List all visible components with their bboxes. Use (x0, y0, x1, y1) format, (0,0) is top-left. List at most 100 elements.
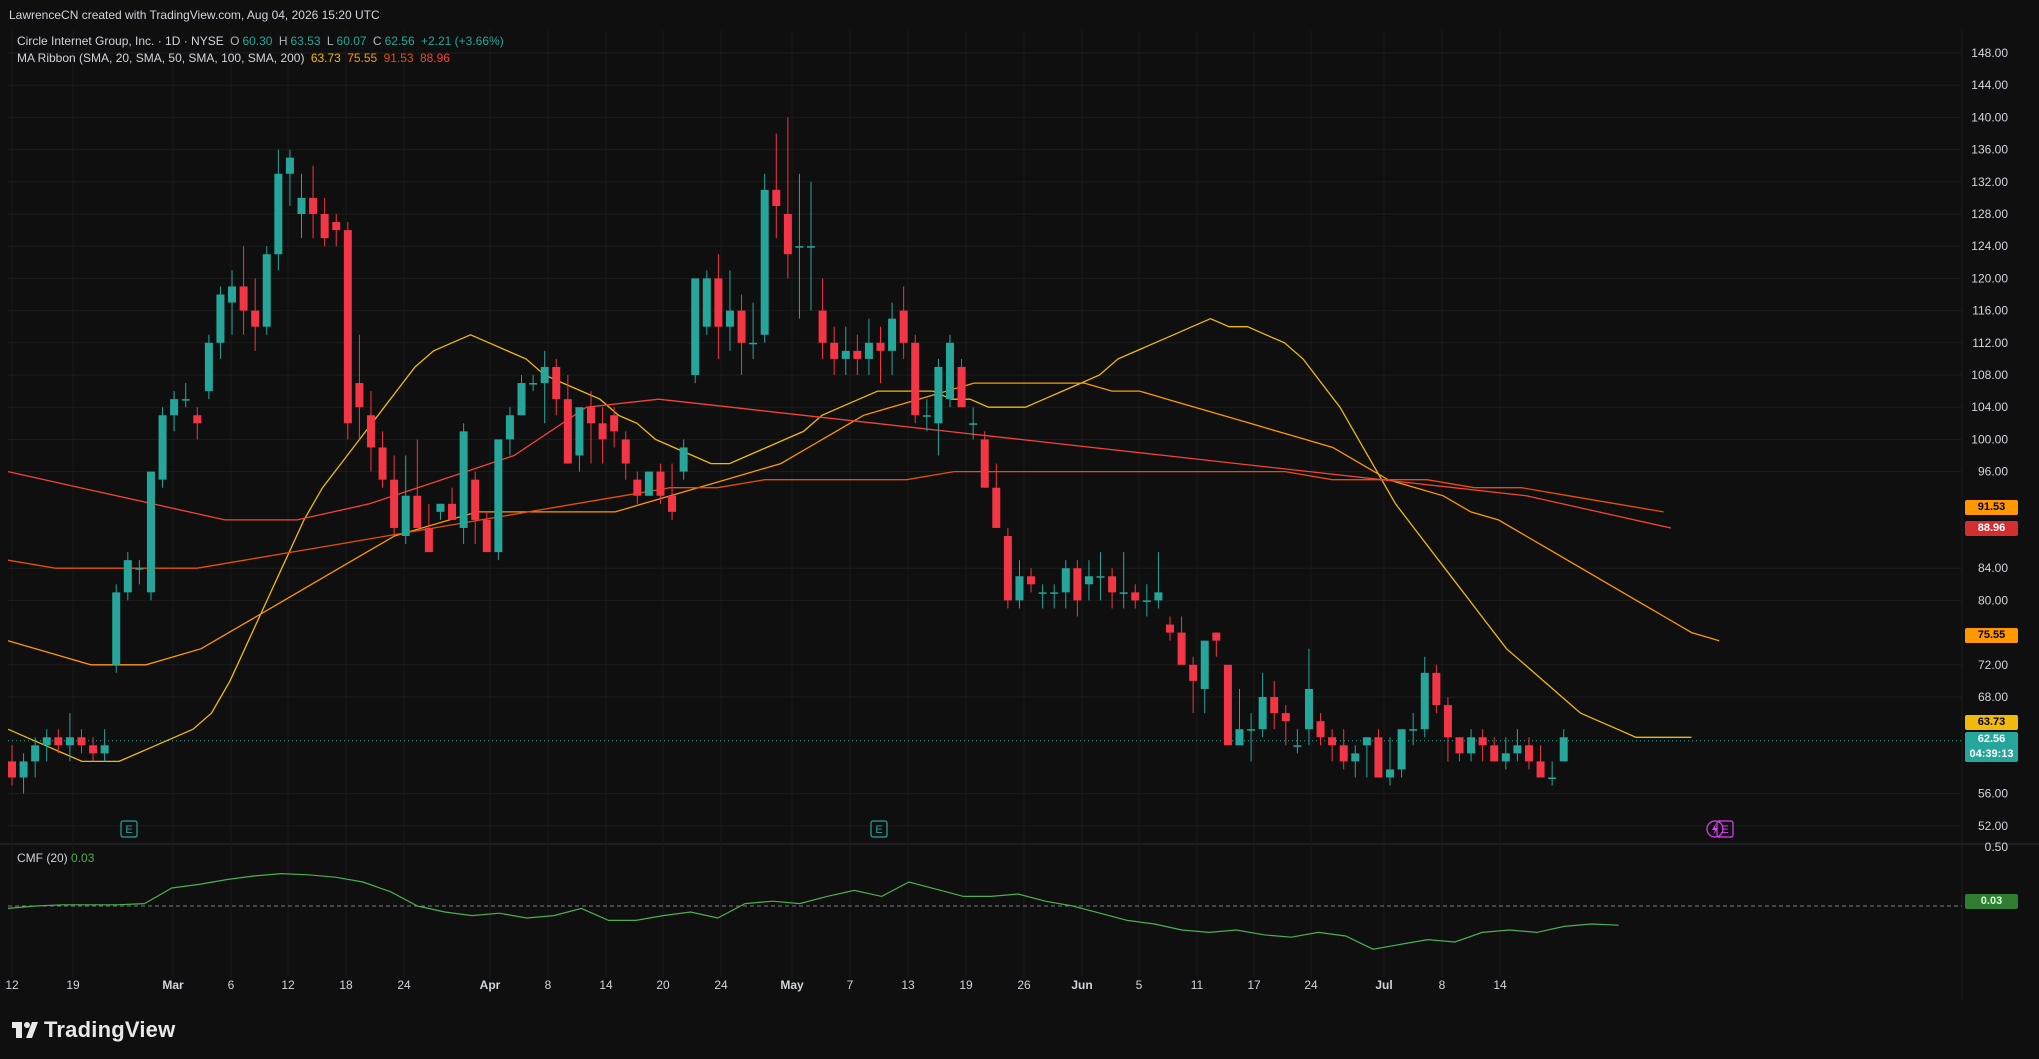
candle (1258, 672, 1267, 738)
candle (100, 729, 109, 762)
candle-body (1443, 705, 1452, 738)
cmf-tick-label: 0.50 (1985, 840, 2009, 854)
candle (1536, 745, 1545, 778)
candle-body (644, 471, 653, 496)
candle-body (332, 222, 341, 231)
candle (1015, 560, 1024, 609)
candle (355, 334, 364, 440)
candle (1455, 737, 1464, 762)
tradingview-logo[interactable]: TradingView (12, 1017, 175, 1043)
candle-body (1073, 568, 1082, 601)
candle-body (1038, 592, 1047, 594)
cmf-line (7, 872, 1619, 950)
candle (471, 471, 480, 545)
price-tick-label: 132.00 (1971, 175, 2008, 189)
candle-body (1467, 737, 1476, 754)
candle (332, 214, 341, 247)
candle (1189, 656, 1198, 714)
cmf-value: 0.03 (71, 851, 95, 865)
chart-canvas[interactable]: 148.00 144.00 140.00 136.00 132.00 128.00 124.… (0, 0, 2039, 1059)
candle (1096, 552, 1105, 601)
candle (1316, 713, 1325, 746)
candle (957, 358, 966, 408)
candle-body (1212, 632, 1221, 641)
candle-body (1223, 664, 1232, 746)
candle (621, 431, 630, 480)
candle-body (1548, 777, 1557, 779)
candle-body (274, 173, 283, 255)
candle-body (436, 503, 445, 512)
cmf-legend: CMF (20) 0.03 (17, 851, 94, 865)
candle-body (401, 495, 410, 536)
candle-body (1501, 753, 1510, 762)
high-value: 63.53 (290, 34, 321, 48)
candle-body (563, 399, 572, 464)
candle (644, 471, 653, 496)
time-tick-label: 6 (228, 978, 235, 992)
candle (1108, 568, 1117, 609)
candle-body (1200, 640, 1209, 689)
candle-body (1108, 576, 1117, 593)
candle (922, 399, 931, 432)
candle-body (552, 366, 561, 400)
price-tick-label: 120.00 (1971, 271, 2008, 285)
time-tick-label: 11 (1191, 978, 1204, 992)
earnings-marker: E (120, 820, 138, 838)
candle-body (1559, 737, 1568, 762)
ma50-value: 75.55 (347, 51, 378, 65)
candle-body (1362, 737, 1371, 746)
candle-body (587, 407, 595, 424)
cmf-name[interactable]: CMF (20) (17, 851, 68, 865)
candle-body (135, 568, 144, 570)
candle-body (1061, 568, 1070, 593)
candle (633, 471, 642, 504)
ma-legend: MA Ribbon (SMA, 20, SMA, 50, SMA, 100, S… (17, 51, 453, 65)
candle-body (1084, 576, 1093, 585)
candle (1432, 664, 1441, 714)
candle (413, 439, 422, 528)
candle (228, 270, 237, 335)
candle-body (424, 527, 433, 553)
candle (911, 334, 920, 424)
candle-body (170, 399, 179, 416)
countdown-label: 04:39:13 (1965, 747, 2018, 762)
candle-body (1247, 729, 1256, 731)
candle-body (1166, 624, 1174, 633)
candle (587, 391, 595, 464)
candle-body (355, 383, 364, 408)
candle (1270, 680, 1279, 730)
time-tick-label: 14 (599, 978, 613, 992)
candle-body (1235, 729, 1244, 746)
candle (980, 431, 989, 488)
ma100-price-label: 88.96 (1965, 521, 2018, 536)
candle-body (772, 189, 781, 206)
ma-line-ma50 (7, 382, 1720, 666)
candle-body (807, 246, 816, 248)
candle (8, 745, 16, 786)
time-tick-label: 5 (1136, 978, 1143, 992)
candle-body (621, 439, 630, 464)
candle (945, 334, 954, 408)
ma50-price-label: 75.55 (1965, 628, 2018, 643)
close-value: 62.56 (384, 34, 415, 48)
candle (1524, 737, 1533, 770)
cmf-indicator (7, 872, 1962, 950)
candle (262, 246, 271, 335)
candle (112, 584, 121, 673)
ma-name[interactable]: MA Ribbon (SMA, 20, SMA, 50, SMA, 100, S… (17, 51, 304, 65)
candle (1131, 584, 1140, 609)
candle-body (818, 310, 827, 343)
candle-body (633, 479, 642, 496)
low-value: 60.07 (336, 34, 367, 48)
candle-body (922, 415, 931, 417)
earnings-marker: E (870, 820, 888, 838)
candle-body (158, 415, 167, 480)
candle (1142, 584, 1151, 617)
candle (853, 334, 862, 375)
price-tick-label: 84.00 (1978, 561, 2008, 575)
candle (494, 439, 503, 561)
close-label: C (372, 34, 382, 48)
candle-body (1513, 745, 1522, 754)
candle-body (830, 342, 839, 359)
symbol-name[interactable]: Circle Internet Group, Inc. · 1D · NYSE (17, 34, 224, 48)
